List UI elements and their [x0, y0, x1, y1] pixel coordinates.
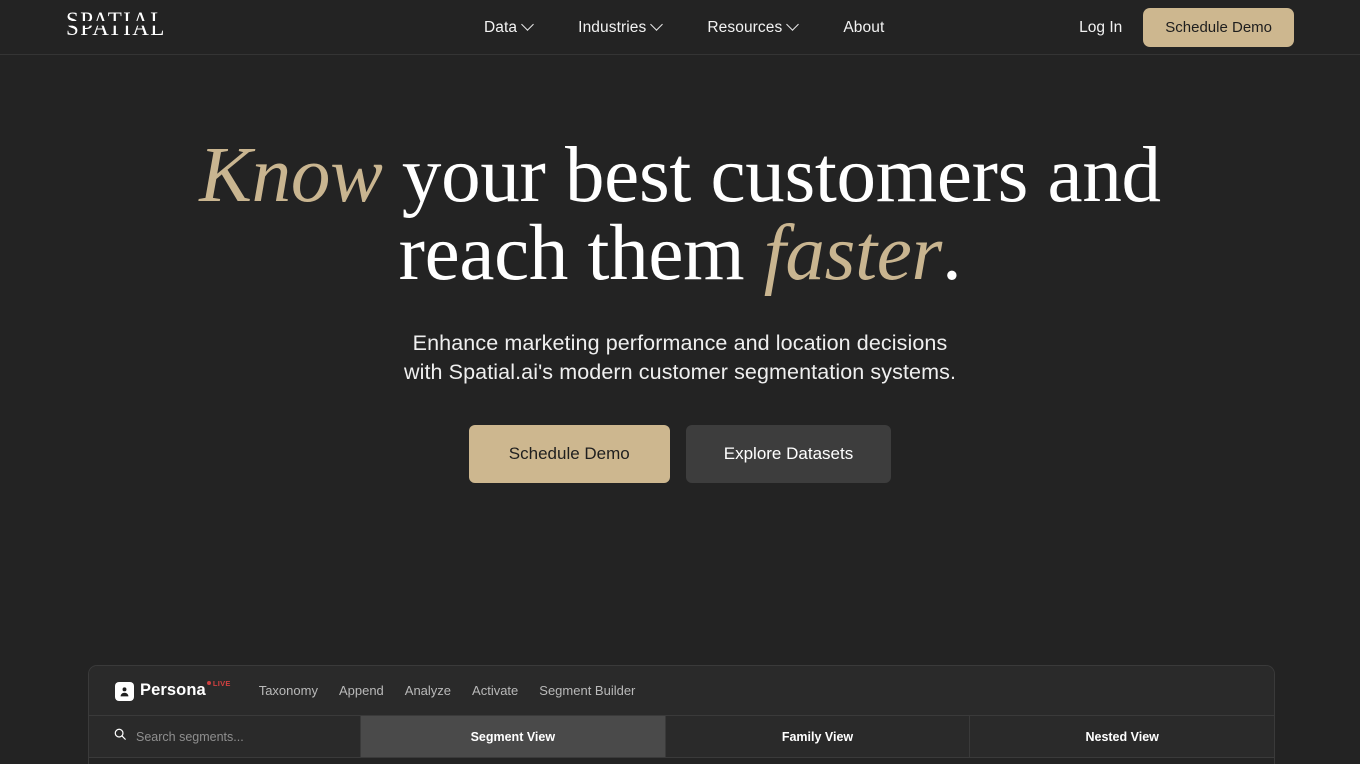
app-menu: Taxonomy Append Analyze Activate Segment… [259, 683, 636, 698]
nav-item-data[interactable]: Data [484, 18, 535, 37]
hero-subtitle: Enhance marketing performance and locati… [403, 331, 957, 384]
live-status-badge: LIVE [206, 678, 231, 688]
hero-cta-group: Schedule Demo Explore Datasets [468, 424, 892, 483]
panel-content-row-partial [89, 757, 1274, 764]
search-icon [113, 727, 127, 746]
live-dot-icon [206, 681, 211, 686]
tab-nested-view[interactable]: Nested View [970, 716, 1274, 757]
nav-item-about-label: About [843, 18, 885, 36]
app-menu-item-activate[interactable]: Activate [472, 683, 518, 698]
tab-segment-view[interactable]: Segment View [361, 716, 666, 757]
hero-section: Know your best customers and reach them … [0, 55, 1360, 665]
nav-item-data-label: Data [484, 18, 518, 36]
login-link[interactable]: Log In [1079, 19, 1122, 37]
nav-item-about[interactable]: About [843, 19, 884, 37]
app-brand[interactable]: Persona LIVE [115, 678, 231, 701]
nav-schedule-demo-button[interactable]: Schedule Demo [1143, 8, 1294, 47]
nav-item-resources[interactable]: Resources [707, 18, 800, 37]
app-menu-item-taxonomy[interactable]: Taxonomy [259, 683, 318, 698]
app-view-tabs: Segment View Family View Nested View [89, 716, 1274, 757]
chevron-down-icon [650, 18, 664, 31]
hero-explore-datasets-button[interactable]: Explore Datasets [685, 424, 892, 483]
nav-item-industries[interactable]: Industries [578, 18, 664, 37]
site-logo[interactable]: SPATIAL SPATIAL [66, 12, 178, 40]
hero-headline-period: . [941, 210, 962, 298]
primary-nav-links: Data Industries Resources About [484, 0, 884, 55]
app-menu-item-analyze[interactable]: Analyze [405, 683, 451, 698]
segment-search-input[interactable] [136, 729, 326, 744]
hero-headline-accent-know: Know [199, 132, 383, 219]
nav-item-industries-label: Industries [578, 18, 647, 36]
nav-actions: Log In Schedule Demo [1079, 0, 1294, 55]
app-preview-panel: Persona LIVE Taxonomy Append Analyze Act… [88, 665, 1275, 764]
hero-headline-accent-faster: faster [763, 210, 942, 298]
chevron-down-icon [786, 18, 800, 31]
tab-family-view[interactable]: Family View [665, 716, 971, 757]
app-menu-item-append[interactable]: Append [339, 683, 384, 698]
top-navigation-bar: SPATIAL SPATIAL Data Industries Resource… [0, 0, 1360, 55]
hero-schedule-demo-button[interactable]: Schedule Demo [468, 424, 670, 483]
chevron-down-icon [521, 18, 535, 31]
app-menu-item-segment-builder[interactable]: Segment Builder [539, 683, 635, 698]
person-icon [115, 681, 134, 701]
segment-search-cell[interactable] [89, 716, 361, 757]
app-toolbar: Persona LIVE Taxonomy Append Analyze Act… [89, 666, 1274, 716]
nav-item-resources-label: Resources [707, 18, 783, 36]
app-brand-label: Persona [140, 680, 206, 699]
live-status-label: LIVE [212, 678, 231, 688]
hero-headline: Know your best customers and reach them … [165, 136, 1195, 293]
